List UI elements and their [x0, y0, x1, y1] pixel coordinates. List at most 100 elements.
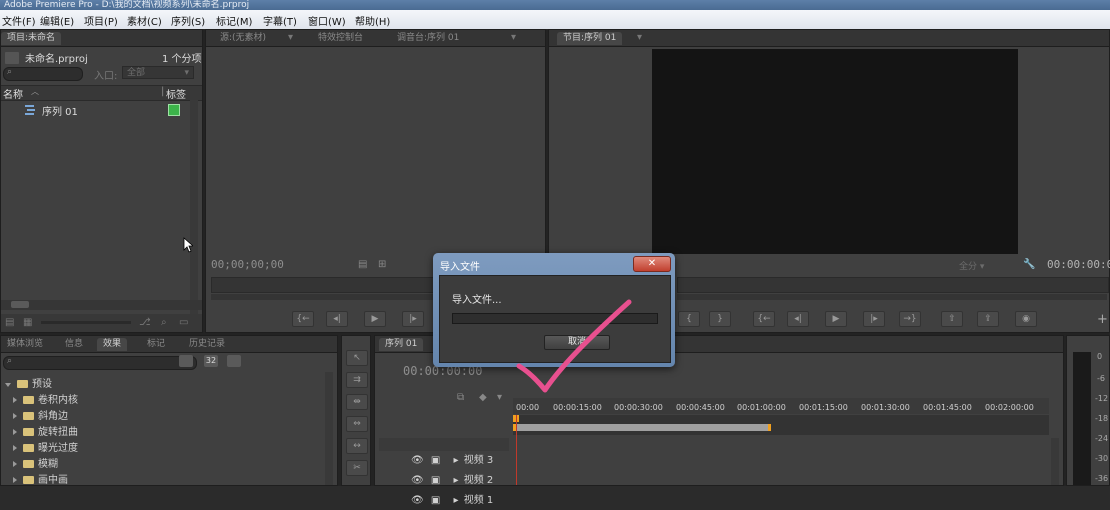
- tab-source[interactable]: 源:(无素材): [214, 32, 272, 45]
- hscroll-thumb[interactable]: [11, 301, 29, 308]
- accelerated-filter-icon[interactable]: [179, 355, 193, 367]
- menu-marker[interactable]: 标记(M): [216, 13, 252, 28]
- 32bit-filter-icon[interactable]: 32: [204, 355, 218, 367]
- tab-sequence[interactable]: 序列 01: [379, 338, 424, 351]
- menu-sequence[interactable]: 序列(S): [171, 13, 205, 28]
- mark-out-button[interactable]: }: [709, 311, 731, 327]
- menu-help[interactable]: 帮助(H): [355, 13, 390, 28]
- tab-effects[interactable]: 效果: [97, 338, 128, 351]
- lift-button[interactable]: ⇧: [941, 311, 963, 327]
- drag-video-icon[interactable]: ⊞: [378, 259, 386, 270]
- tree-item-folder[interactable]: 斜角边: [13, 409, 343, 425]
- tree-item-folder[interactable]: 曝光过度: [13, 441, 343, 457]
- selection-tool-icon[interactable]: ↖: [346, 350, 368, 366]
- entry-select[interactable]: 全部 ▾: [122, 66, 194, 79]
- project-footer: ▤ ▦ ⎇ ⌕ ▭: [1, 314, 202, 332]
- rolling-edit-tool-icon[interactable]: ⇔: [346, 416, 368, 432]
- label-color-swatch[interactable]: [168, 104, 180, 116]
- tab-project[interactable]: 项目:未命名: [1, 32, 62, 45]
- work-area-bar[interactable]: [513, 424, 771, 431]
- eye-icon[interactable]: 👁: [411, 495, 424, 506]
- extract-button[interactable]: ⇪: [977, 311, 999, 327]
- project-hscroll[interactable]: [1, 300, 202, 310]
- export-frame-button[interactable]: ◉: [1015, 311, 1037, 327]
- program-time-ruler[interactable]: [677, 277, 1109, 293]
- lock-icon[interactable]: ▣: [431, 455, 440, 466]
- go-to-out-button[interactable]: →}: [899, 311, 921, 327]
- close-button[interactable]: ✕: [633, 256, 671, 272]
- step-forward-button[interactable]: |▸: [863, 311, 885, 327]
- tab-info[interactable]: 信息: [59, 338, 89, 351]
- menu-edit[interactable]: 编辑(E): [40, 13, 74, 28]
- project-item-sequence[interactable]: 序列 01: [1, 102, 189, 118]
- menu-clip[interactable]: 素材(C): [127, 13, 162, 28]
- go-to-in-button[interactable]: {←: [753, 311, 775, 327]
- tab-effect-controls[interactable]: 特效控制台: [312, 32, 369, 45]
- lock-icon[interactable]: ▣: [431, 495, 440, 506]
- tab-audio-mixer[interactable]: 调音台:序列 01: [391, 32, 465, 45]
- icon-view-icon[interactable]: ▦: [23, 317, 32, 328]
- tree-item-folder[interactable]: 卷积内核: [13, 393, 343, 409]
- project-panel: 项目:未命名 未命名.prproj 1 个分项 ⌕ 入口: 全部 ▾ 名称 ︿ …: [0, 29, 203, 333]
- track-video-1[interactable]: 👁 ▣ ▸ 视频 1: [411, 492, 526, 510]
- eye-icon[interactable]: 👁: [411, 455, 424, 466]
- track-video-3[interactable]: 👁 ▣ ▸ 视频 3: [411, 452, 526, 470]
- mark-in-button[interactable]: {←: [292, 311, 314, 327]
- automate-icon[interactable]: ⎇: [139, 317, 151, 328]
- tab-history[interactable]: 历史记录: [183, 338, 231, 351]
- yuv-filter-icon[interactable]: [227, 355, 241, 367]
- zoom-slider[interactable]: [41, 321, 131, 324]
- program-timecode[interactable]: 00:00:00:00: [1047, 258, 1110, 271]
- effects-scrollbar[interactable]: [325, 372, 333, 485]
- set-marker-icon[interactable]: ▾: [497, 392, 502, 403]
- snap-icon[interactable]: ⧉: [457, 392, 464, 403]
- tab-media-browser[interactable]: 媒体浏览: [1, 338, 49, 351]
- track-select-tool-icon[interactable]: ⇉: [346, 372, 368, 388]
- step-back-button[interactable]: ◂|: [326, 311, 348, 327]
- play-button[interactable]: ▶: [825, 311, 847, 327]
- tree-item-presets[interactable]: 预设: [5, 377, 335, 393]
- mark-in-button[interactable]: {: [678, 311, 700, 327]
- razor-tool-icon[interactable]: ✂: [346, 460, 368, 476]
- find-icon[interactable]: ⌕: [161, 317, 167, 328]
- new-bin-icon[interactable]: ▭: [179, 317, 188, 328]
- tree-item-folder[interactable]: 旋转扭曲: [13, 425, 343, 441]
- tree-item-folder[interactable]: 模糊: [13, 457, 343, 473]
- collapsed-triangle-icon[interactable]: ▸: [454, 475, 459, 486]
- marker-icon[interactable]: ◆: [479, 392, 487, 403]
- menu-title[interactable]: 字幕(T): [263, 13, 297, 28]
- column-label[interactable]: 标签: [166, 86, 186, 101]
- eye-icon[interactable]: 👁: [411, 475, 424, 486]
- wrench-icon[interactable]: 🔧: [1023, 259, 1035, 270]
- ripple-edit-tool-icon[interactable]: ⇹: [346, 394, 368, 410]
- tab-markers[interactable]: 标记: [141, 338, 171, 351]
- collapsed-triangle-icon[interactable]: ▸: [454, 455, 459, 466]
- play-button[interactable]: ▶: [364, 311, 386, 327]
- fit-icon[interactable]: ▤: [358, 259, 367, 270]
- tree-item-folder[interactable]: 画中画: [13, 473, 343, 489]
- add-button-icon[interactable]: +: [1097, 312, 1108, 327]
- menu-window[interactable]: 窗口(W): [308, 13, 346, 28]
- chevron-down-icon[interactable]: ▾: [637, 32, 642, 43]
- project-search-input[interactable]: ⌕: [3, 67, 83, 81]
- tab-program[interactable]: 节目:序列 01: [557, 32, 623, 45]
- step-forward-button[interactable]: |▸: [402, 311, 424, 327]
- collapsed-triangle-icon[interactable]: ▸: [454, 495, 459, 506]
- source-timecode[interactable]: 00;00;00;00: [211, 258, 284, 271]
- fit-select[interactable]: 全分 ▾: [959, 259, 984, 272]
- menu-project[interactable]: 项目(P): [84, 13, 118, 28]
- chevron-down-icon[interactable]: ▾: [511, 32, 516, 43]
- column-name[interactable]: 名称: [3, 86, 23, 101]
- program-monitor-view[interactable]: [652, 49, 1018, 254]
- list-view-icon[interactable]: ▤: [5, 317, 14, 328]
- timeline-scrollbar[interactable]: [1051, 438, 1059, 485]
- chevron-down-icon[interactable]: ▾: [288, 32, 293, 43]
- rate-stretch-tool-icon[interactable]: ↔: [346, 438, 368, 454]
- menu-file[interactable]: 文件(F): [2, 13, 36, 28]
- step-back-button[interactable]: ◂|: [787, 311, 809, 327]
- program-zoom-bar[interactable]: [677, 294, 1107, 300]
- lock-icon[interactable]: ▣: [431, 475, 440, 486]
- project-scrollbar[interactable]: [190, 100, 198, 316]
- track-video-2[interactable]: 👁 ▣ ▸ 视频 2: [411, 472, 526, 490]
- effects-search-input[interactable]: ⌕: [3, 356, 197, 370]
